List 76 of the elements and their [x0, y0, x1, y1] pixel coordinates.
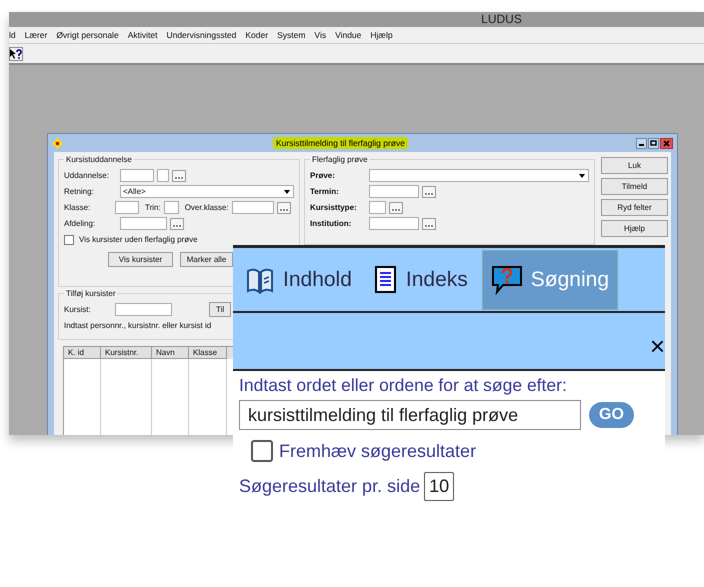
close-button[interactable]	[660, 138, 673, 148]
dialog-button[interactable]: Tilmeld	[601, 178, 668, 195]
ellipsis-icon[interactable]	[170, 218, 184, 230]
search-prompt: Indtast ordet eller ordene for at søge efter:	[239, 375, 568, 396]
field-label: Klasse:	[64, 203, 92, 212]
results-per-page-field[interactable]: 10	[424, 472, 454, 501]
field-label: Over.klasse:	[184, 203, 229, 212]
field-label: Prøve:	[310, 171, 336, 180]
input-field[interactable]	[115, 303, 172, 316]
menu-item[interactable]: Undervisningssted	[166, 27, 236, 43]
menu-item[interactable]: Vindue	[335, 27, 362, 43]
search-field[interactable]: kursisttilmelding til flerfaglig prøve	[239, 400, 581, 430]
column-header[interactable]: Navn	[152, 347, 189, 359]
group-title: Kursistuddannelse	[65, 155, 133, 164]
document-list-icon	[374, 264, 398, 294]
menu-item[interactable]: Koder	[245, 27, 268, 43]
input-field[interactable]	[120, 169, 154, 182]
help-pointer-icon[interactable]	[9, 46, 23, 60]
field-label: Retning:	[64, 187, 95, 196]
field-label: Kursist:	[64, 305, 92, 314]
input-field[interactable]	[120, 217, 167, 230]
column-header[interactable]: Kursistnr.	[101, 347, 152, 359]
hint-text: Indtast personnr., kursistnr. eller kursist id	[64, 321, 212, 330]
menu-item[interactable]: Lærer	[24, 27, 48, 43]
menu-item[interactable]: Hjælp	[370, 27, 393, 43]
input-field[interactable]	[157, 169, 169, 182]
maximize-button[interactable]	[648, 138, 659, 148]
input-field[interactable]	[232, 201, 274, 214]
question-bubble-icon	[490, 264, 523, 296]
column-header[interactable]: Klasse	[189, 347, 227, 359]
field-label: Trin:	[145, 203, 161, 212]
input-field[interactable]	[369, 201, 386, 214]
ellipsis-icon[interactable]	[172, 170, 186, 182]
window-title: LUDUS	[481, 12, 522, 27]
dialog-button[interactable]: Luk	[601, 157, 668, 174]
input-field[interactable]	[369, 185, 419, 198]
minimize-button[interactable]	[636, 138, 647, 148]
column-header[interactable]: K. id	[64, 347, 101, 359]
checkbox[interactable]	[64, 234, 74, 244]
help-tab[interactable]: Indeks	[366, 250, 476, 308]
dialog-button[interactable]: Vis kursister	[108, 252, 173, 266]
field-label: Institution:	[310, 219, 352, 228]
checkbox-label: Fremhæv søgeresultater	[279, 440, 476, 462]
ellipsis-icon[interactable]	[422, 186, 436, 198]
menu-item[interactable]: Aktivitet	[128, 27, 158, 43]
field-label: Afdeling:	[64, 219, 96, 228]
menu-item[interactable]: Vis	[314, 27, 326, 43]
field-label: Termin:	[310, 187, 340, 196]
field-label: Søgeresultater pr. side	[239, 476, 420, 497]
ellipsis-icon[interactable]	[422, 218, 436, 230]
ellipsis-icon[interactable]	[389, 202, 403, 214]
input-field[interactable]	[369, 217, 419, 230]
dropdown-field[interactable]: <Alle>	[120, 185, 294, 198]
flower-icon	[52, 138, 63, 148]
dialog-title: Kursisttilmelding til flerfaglig prøve	[273, 137, 408, 149]
menu-item[interactable]: Øvrigt personale	[56, 27, 119, 43]
close-button[interactable]: ×	[650, 336, 665, 356]
group-title: Flerfaglig prøve	[311, 155, 369, 164]
field-label: Uddannelse:	[64, 171, 110, 180]
dropdown-arrow-icon	[578, 172, 586, 178]
help-tab[interactable]: Indhold	[237, 250, 360, 308]
dialog-button[interactable]: Marker alle	[180, 252, 233, 266]
ellipsis-icon[interactable]	[276, 202, 291, 214]
add-button[interactable]: Til	[209, 302, 231, 317]
group-title: Tilføj kursister	[65, 289, 116, 298]
menu-item[interactable]: System	[277, 27, 306, 43]
field-label: Kursisttype:	[310, 203, 358, 212]
dialog-button[interactable]: Ryd felter	[601, 199, 668, 216]
checkbox[interactable]	[251, 440, 273, 462]
dialog-button[interactable]: Hjælp	[601, 220, 668, 237]
input-field[interactable]	[164, 201, 179, 214]
checkbox-label: Vis kursister uden flerfaglig prøve	[79, 235, 198, 244]
menu-item[interactable]: ld	[9, 27, 16, 43]
input-field[interactable]	[115, 201, 139, 214]
dropdown-field[interactable]	[369, 169, 589, 182]
dropdown-arrow-icon	[283, 188, 291, 194]
